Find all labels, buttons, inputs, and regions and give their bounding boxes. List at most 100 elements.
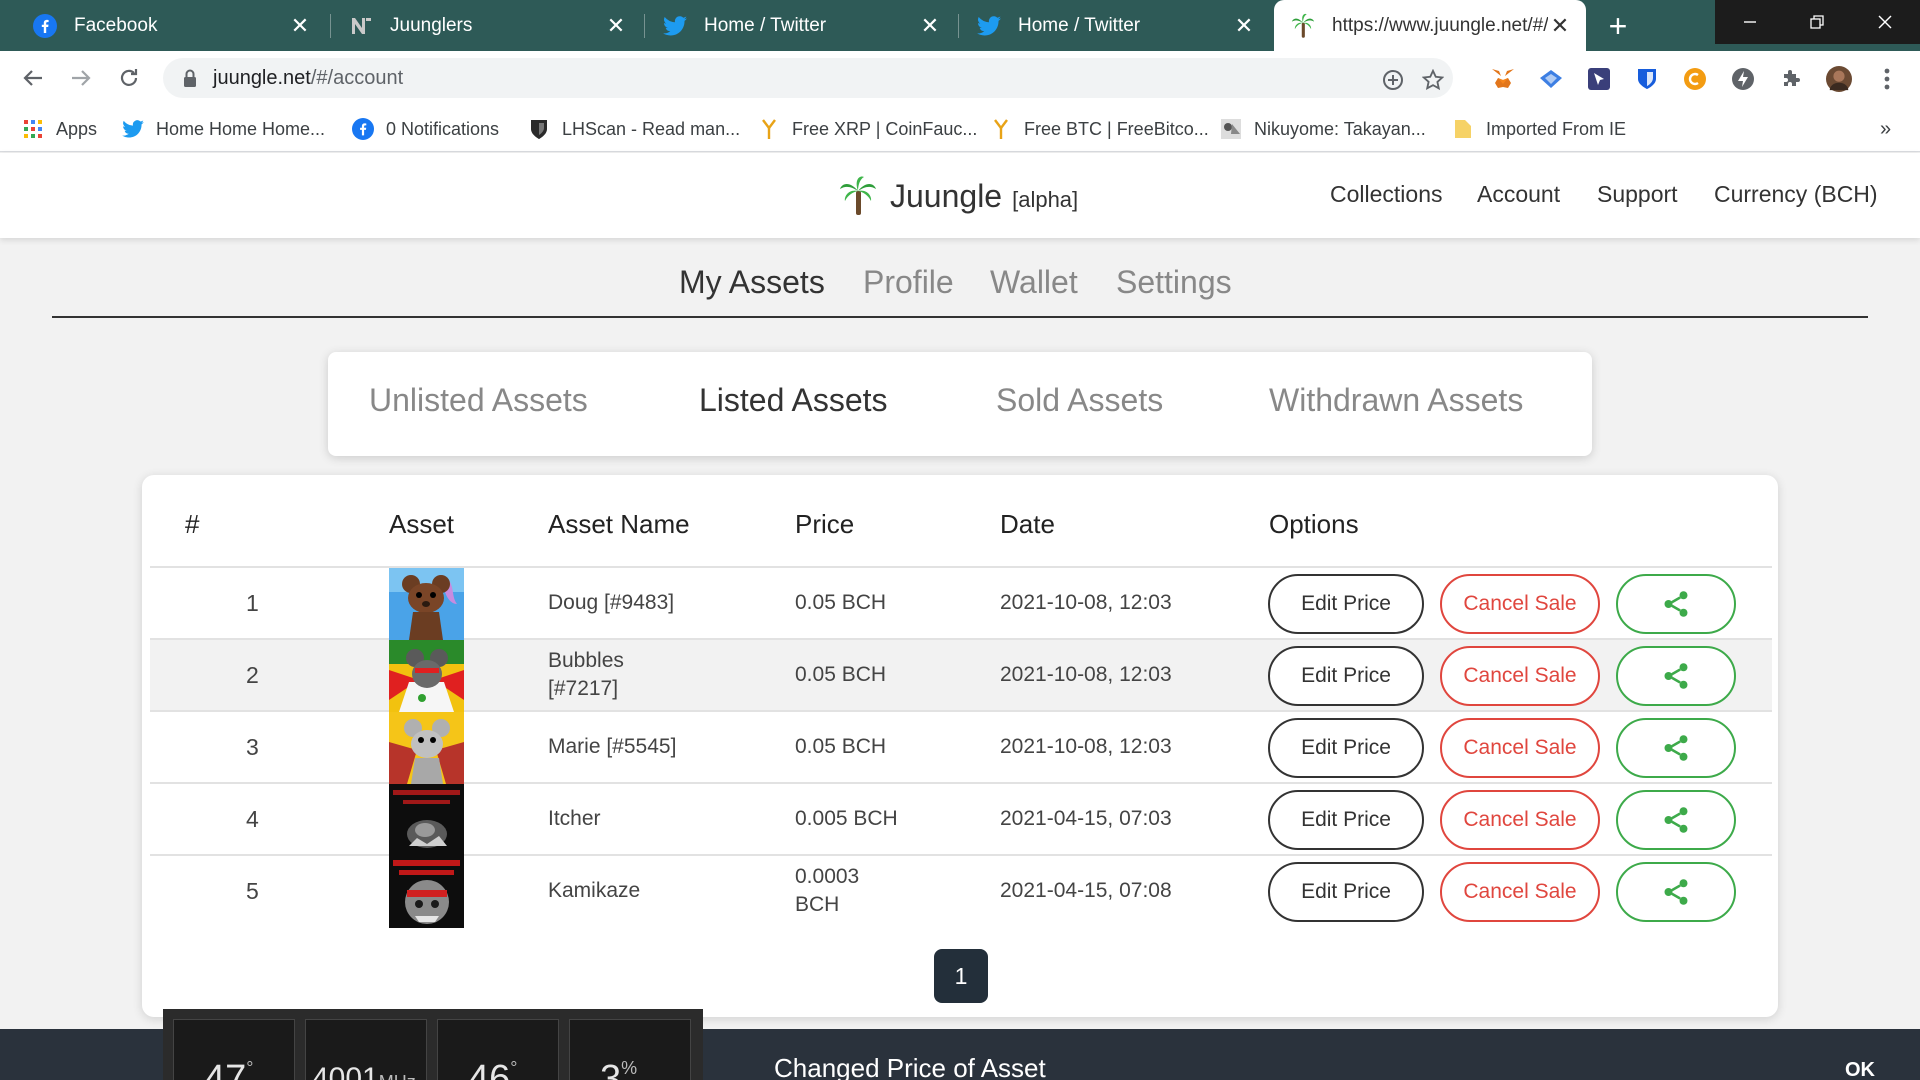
brand-logo-link[interactable]: Juungle [alpha]	[838, 175, 1078, 217]
tab-sold-assets[interactable]: Sold Assets	[996, 382, 1163, 419]
bookmark-label: LHScan - Read man...	[562, 118, 741, 139]
edit-price-button[interactable]: Edit Price	[1268, 574, 1424, 634]
minimize-icon[interactable]	[1715, 0, 1785, 44]
edit-price-button[interactable]: Edit Price	[1268, 790, 1424, 850]
browser-toolbar: juungle.net/#/account	[0, 51, 1920, 105]
share-button[interactable]	[1616, 862, 1736, 922]
tab-my-assets[interactable]: My Assets	[679, 264, 825, 301]
browser-tab-twitter-2[interactable]: Home / Twitter ✕	[960, 0, 1270, 51]
puzzle-extensions-icon[interactable]	[1778, 66, 1804, 92]
share-icon	[1664, 879, 1688, 905]
cancel-sale-button[interactable]: Cancel Sale	[1440, 862, 1600, 922]
browser-tab-twitter-1[interactable]: Home / Twitter ✕	[646, 0, 956, 51]
nav-support[interactable]: Support	[1597, 181, 1678, 208]
listing-date: 2021-10-08, 12:03	[1000, 663, 1172, 686]
edit-price-button[interactable]: Edit Price	[1268, 646, 1424, 706]
asset-thumbnail-itcher[interactable]	[389, 784, 464, 856]
add-to-home-icon[interactable]	[1381, 68, 1405, 92]
tab-listed-assets[interactable]: Listed Assets	[699, 382, 888, 419]
bookmark-nikuyome[interactable]: Nikuyome: Takayan...	[1220, 117, 1426, 141]
tab-unlisted-assets[interactable]: Unlisted Assets	[369, 382, 588, 419]
asset-name: Kamikaze	[548, 879, 641, 902]
row-number: 5	[246, 878, 259, 904]
bookmark-folder-imported[interactable]: Imported From IE	[1452, 117, 1626, 141]
share-button[interactable]	[1616, 790, 1736, 850]
lock-icon[interactable]	[181, 68, 199, 88]
browser-menu-icon[interactable]	[1874, 66, 1900, 92]
listing-date: 2021-04-15, 07:08	[1000, 879, 1172, 902]
close-icon[interactable]: ✕	[918, 13, 942, 38]
bookmark-star-icon[interactable]	[1421, 68, 1445, 92]
profile-avatar[interactable]	[1826, 66, 1852, 92]
cpu-clock-tile: 4001MHz	[305, 1019, 427, 1080]
tab-settings[interactable]: Settings	[1116, 264, 1232, 301]
browser-tab-juunglers[interactable]: Juunglers ✕	[332, 0, 642, 51]
back-arrow-icon	[23, 70, 42, 86]
url-text: juungle.net/#/account	[213, 67, 403, 90]
asset-thumbnail-marie[interactable]	[389, 712, 464, 784]
cancel-sale-button[interactable]: Cancel Sale	[1440, 574, 1600, 634]
bookmark-lhscan[interactable]: LHScan - Read man...	[528, 117, 740, 141]
share-button[interactable]	[1616, 718, 1736, 778]
bookmark-freebitco[interactable]: Free BTC | FreeBitco...	[990, 117, 1209, 141]
asset-thumbnail-doug[interactable]	[389, 568, 464, 640]
back-button[interactable]	[16, 61, 50, 95]
share-icon	[1664, 735, 1688, 761]
share-button[interactable]	[1616, 574, 1736, 634]
asset-thumbnail-bubbles[interactable]	[389, 640, 464, 712]
reload-button[interactable]	[112, 61, 146, 95]
bookmark-apps[interactable]: Apps	[22, 117, 97, 141]
bitwarden-shield-icon[interactable]	[1634, 66, 1660, 92]
bookmark-label: Home Home Home...	[156, 118, 326, 139]
close-icon[interactable]: ✕	[1548, 13, 1572, 38]
more-bookmarks-button[interactable]: »	[1880, 117, 1891, 141]
table-row: 3 Marie [#5545] 0.05 BCH 2021-10-08, 12:…	[150, 712, 1772, 784]
bookmark-label: Apps	[56, 118, 98, 139]
new-tab-button[interactable]: +	[1600, 8, 1636, 44]
close-icon[interactable]: ✕	[604, 13, 628, 38]
bookmark-coinfaucet[interactable]: Free XRP | CoinFauc...	[758, 117, 977, 141]
share-button[interactable]	[1616, 646, 1736, 706]
coin-extension-icon[interactable]	[1682, 66, 1708, 92]
cancel-sale-button[interactable]: Cancel Sale	[1440, 718, 1600, 778]
restore-icon[interactable]	[1782, 0, 1852, 44]
gpu-temp-readout: 46°	[468, 1058, 517, 1080]
wallet-extension-icon[interactable]	[1538, 66, 1564, 92]
usage-unit: %	[621, 1058, 638, 1078]
window-close-icon[interactable]	[1850, 0, 1920, 44]
tab-wallet[interactable]: Wallet	[990, 264, 1078, 301]
nav-collections[interactable]: Collections	[1330, 181, 1443, 208]
notification-ok-button[interactable]: OK	[1845, 1059, 1875, 1080]
usage-readout: 3%	[600, 1058, 637, 1080]
nav-account[interactable]: Account	[1477, 181, 1560, 208]
tab-withdrawn-assets[interactable]: Withdrawn Assets	[1269, 382, 1523, 419]
brand-name: Juungle	[890, 177, 1003, 214]
metamask-extension-icon[interactable]	[1490, 66, 1516, 92]
close-icon[interactable]: ✕	[288, 13, 312, 38]
browser-tab-facebook[interactable]: Facebook ✕	[16, 0, 326, 51]
close-icon[interactable]: ✕	[1232, 13, 1256, 38]
cancel-sale-button[interactable]: Cancel Sale	[1440, 790, 1600, 850]
lightning-extension-icon[interactable]	[1730, 66, 1756, 92]
faucet-icon	[990, 118, 1012, 140]
browser-tab-juungle-active[interactable]: https://www.juungle.net/#/ ✕	[1274, 0, 1586, 51]
edit-price-button[interactable]: Edit Price	[1268, 862, 1424, 922]
cancel-sale-button[interactable]: Cancel Sale	[1440, 646, 1600, 706]
column-header-date: Date	[1000, 509, 1055, 539]
cursor-extension-icon[interactable]	[1586, 66, 1612, 92]
tab-divider	[330, 14, 331, 38]
column-header-number: #	[185, 509, 200, 539]
nav-currency[interactable]: Currency (BCH)	[1714, 181, 1878, 208]
faucet-icon	[758, 118, 780, 140]
asset-thumbnail-kamikaze[interactable]	[389, 856, 464, 928]
pagination-page-1[interactable]: 1	[934, 949, 988, 1003]
forward-button[interactable]	[64, 61, 98, 95]
column-header-asset: Asset	[389, 509, 455, 539]
bookmark-twitter-home[interactable]: Home Home Home...	[122, 117, 325, 141]
address-bar[interactable]: juungle.net/#/account	[163, 58, 1453, 98]
bookmark-facebook-notifications[interactable]: 0 Notifications	[352, 117, 499, 141]
edit-price-button[interactable]: Edit Price	[1268, 718, 1424, 778]
row-number: 3	[246, 734, 259, 760]
tab-profile[interactable]: Profile	[863, 264, 954, 301]
cpu-clock-readout: 4001MHz	[312, 1062, 416, 1080]
